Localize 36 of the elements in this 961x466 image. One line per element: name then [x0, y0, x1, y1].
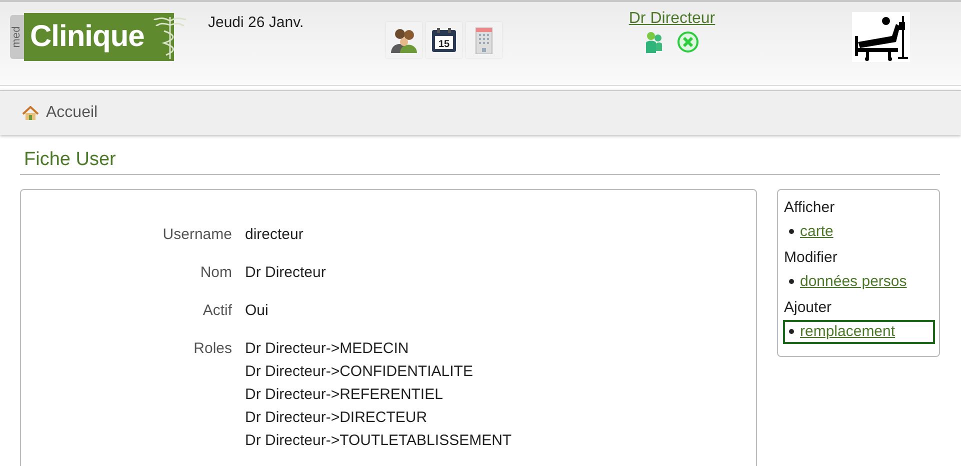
breadcrumb-link[interactable]: Accueil — [22, 104, 98, 122]
section-heading: Afficher — [784, 199, 836, 216]
home-icon — [22, 106, 39, 120]
user-icon — [645, 31, 663, 53]
field-value: Oui — [245, 302, 270, 319]
field-value: Dr Directeur->MEDECIN — [245, 340, 410, 357]
action-link[interactable]: données persos — [800, 273, 907, 290]
family-icon — [390, 27, 418, 53]
section-heading: Ajouter — [784, 299, 833, 316]
field-label: Actif — [202, 302, 232, 319]
logout-button[interactable] — [677, 31, 699, 53]
profile-button[interactable] — [645, 31, 663, 53]
current-date: Jeudi 26 Janv. — [208, 14, 305, 31]
bullet-icon — [789, 279, 794, 284]
field-value: Dr Directeur — [245, 264, 327, 281]
field-value: Dr Directeur->CONFIDENTIALITE — [245, 363, 474, 380]
logo-prefix: med — [10, 15, 24, 59]
field-value: directeur — [245, 226, 304, 243]
building-button[interactable] — [466, 22, 502, 58]
field-value: Dr Directeur->REFERENTIEL — [245, 386, 444, 403]
page-title: Fiche User — [20, 149, 940, 175]
building-icon — [474, 26, 494, 54]
bullet-icon — [789, 329, 794, 334]
bullet-icon — [789, 229, 794, 234]
action-link[interactable]: remplacement — [800, 323, 896, 340]
field-label: Nom — [199, 264, 232, 281]
patients-button[interactable] — [386, 22, 422, 58]
field-value: Dr Directeur->TOUTLETABLISSEMENT — [245, 432, 513, 449]
close-icon — [677, 31, 699, 53]
field-value: Dr Directeur->DIRECTEUR — [245, 409, 428, 426]
section-heading: Modifier — [784, 249, 838, 266]
field-label: Username — [162, 226, 232, 243]
patient-bed-icon — [852, 12, 910, 62]
field-label: Roles — [192, 340, 232, 359]
action-link[interactable]: carte — [800, 223, 834, 240]
user-name-link[interactable]: Dr Directeur — [628, 10, 716, 28]
